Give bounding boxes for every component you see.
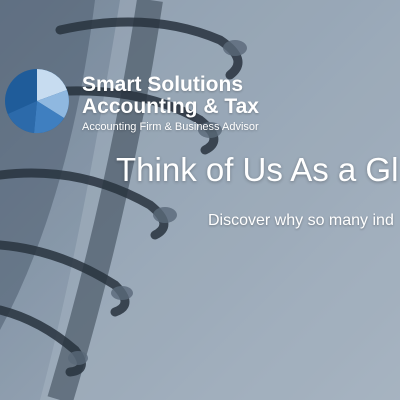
- spiral-notebook-image: [0, 0, 400, 400]
- hero-subheadline: Discover why so many ind: [208, 212, 394, 229]
- pie-chart-logo-icon: [5, 69, 69, 134]
- brand-name-line1: Smart Solutions: [82, 73, 244, 96]
- hero-banner: Smart Solutions Accounting & Tax Account…: [0, 0, 400, 400]
- brand-name-line2: Accounting & Tax: [82, 95, 259, 118]
- brand-logo[interactable]: Smart Solutions Accounting & Tax Account…: [4, 66, 304, 138]
- hero-headline: Think of Us As a Gl: [116, 151, 399, 188]
- brand-tagline: Accounting Firm & Business Advisor: [82, 121, 259, 133]
